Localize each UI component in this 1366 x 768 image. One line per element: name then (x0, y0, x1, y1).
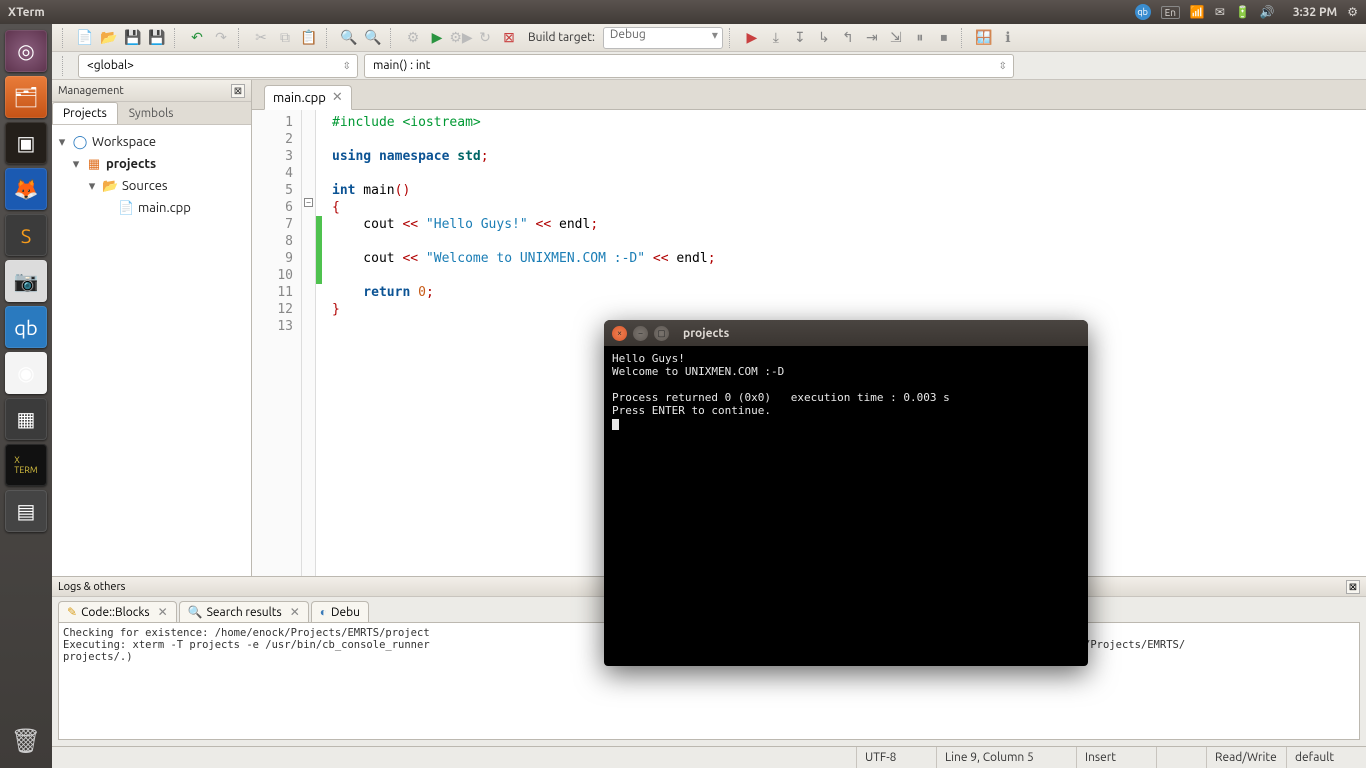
management-header: Management ⊠ (52, 80, 251, 102)
tree-sources-folder[interactable]: ▾📂Sources (56, 175, 247, 197)
build-target-select[interactable]: Debug (603, 27, 723, 49)
terminal-cursor (612, 419, 619, 430)
status-encoding[interactable]: UTF-8 (856, 747, 936, 768)
editor-tab-main[interactable]: main.cpp ✕ (264, 85, 352, 110)
cut-icon[interactable]: ✂ (250, 27, 272, 49)
keyboard-layout-indicator[interactable]: En (1161, 6, 1180, 19)
close-tab-icon[interactable]: ✕ (332, 90, 343, 105)
chrome-icon[interactable]: ◉ (5, 352, 47, 394)
app-icon[interactable]: ▤ (5, 490, 47, 532)
wifi-icon[interactable]: 📶 (1190, 5, 1205, 19)
break-icon[interactable]: ⏸ (909, 27, 931, 49)
info-windows-icon[interactable]: ℹ (997, 27, 1019, 49)
terminal-title: projects (683, 327, 729, 340)
fold-icon[interactable]: − (304, 198, 313, 207)
main-toolbar: 📄 📂 💾 💾 ↶ ↷ ✂ ⧉ 📋 🔍 🔍 ⚙ ▶ ⚙▶ ↻ ⊠ Build t… (52, 24, 1366, 52)
qb-indicator-icon[interactable]: qb (1135, 4, 1151, 20)
tree-project[interactable]: ▾▦projects (56, 153, 247, 175)
build-run-icon[interactable]: ⚙▶ (450, 27, 472, 49)
open-icon[interactable]: 📂 (98, 27, 120, 49)
battery-icon[interactable]: 🔋 (1235, 5, 1250, 19)
next-line-icon[interactable]: ↧ (789, 27, 811, 49)
build-target-label: Build target: (528, 31, 595, 44)
new-file-icon[interactable]: 📄 (74, 27, 96, 49)
run-icon[interactable]: ▶ (426, 27, 448, 49)
build-icon[interactable]: ⚙ (402, 27, 424, 49)
status-position: Line 9, Column 5 (936, 747, 1076, 768)
window-title: XTerm (8, 6, 45, 19)
management-panel: Management ⊠ Projects Symbols ▾◯Workspac… (52, 80, 252, 576)
window-maximize-icon[interactable]: ▢ (654, 326, 669, 341)
tab-projects[interactable]: Projects (52, 102, 118, 124)
scope-toolbar: <global> main() : int (52, 52, 1366, 80)
find-icon[interactable]: 🔍 (338, 27, 360, 49)
stop-icon[interactable]: ⏹ (933, 27, 955, 49)
trash-icon[interactable]: 🗑 (5, 720, 47, 762)
terminal-titlebar[interactable]: × − ▢ projects (604, 320, 1088, 346)
step-into-icon[interactable]: ↳ (813, 27, 835, 49)
undo-icon[interactable]: ↶ (186, 27, 208, 49)
tree-workspace[interactable]: ▾◯Workspace (56, 131, 247, 153)
abort-icon[interactable]: ⊠ (498, 27, 520, 49)
ubuntu-top-panel: XTerm qb En 📶 ✉ 🔋 🔊 3:32 PM (0, 0, 1366, 24)
log-tab-codeblocks[interactable]: ✎Code::Blocks✕ (58, 601, 177, 622)
save-icon[interactable]: 💾 (122, 27, 144, 49)
codeblocks-icon[interactable]: ▦ (5, 398, 47, 440)
save-all-icon[interactable]: 💾 (146, 27, 168, 49)
volume-icon[interactable]: 🔊 (1260, 5, 1275, 19)
gear-icon[interactable] (1347, 5, 1358, 19)
redo-icon[interactable]: ↷ (210, 27, 232, 49)
close-icon[interactable]: ✕ (290, 605, 300, 619)
debug-windows-icon[interactable]: 🪟 (973, 27, 995, 49)
terminal-output[interactable]: Hello Guys! Welcome to UNIXMEN.COM :-D P… (604, 346, 1088, 436)
debug-start-icon[interactable]: ▶ (741, 27, 763, 49)
paste-icon[interactable]: 📋 (298, 27, 320, 49)
sublime-icon[interactable]: S (5, 214, 47, 256)
qbittorrent-icon[interactable]: qb (5, 306, 47, 348)
tab-symbols[interactable]: Symbols (118, 102, 185, 124)
status-eol[interactable]: default (1286, 747, 1366, 768)
tree-file-main[interactable]: 📄main.cpp (56, 197, 247, 219)
project-tree: ▾◯Workspace ▾▦projects ▾📂Sources 📄main.c… (52, 125, 251, 576)
replace-icon[interactable]: 🔍 (362, 27, 384, 49)
management-close-icon[interactable]: ⊠ (231, 84, 245, 98)
window-minimize-icon[interactable]: − (633, 326, 648, 341)
statusbar: UTF-8 Line 9, Column 5 Insert Read/Write… (52, 746, 1366, 768)
terminal-icon[interactable]: ▣ (5, 122, 47, 164)
status-readwrite: Read/Write (1206, 747, 1286, 768)
close-icon[interactable]: ✕ (158, 605, 168, 619)
xterm-window[interactable]: × − ▢ projects Hello Guys! Welcome to UN… (604, 320, 1088, 666)
clock[interactable]: 3:32 PM (1293, 6, 1337, 19)
firefox-icon[interactable]: 🦊 (5, 168, 47, 210)
logs-title: Logs & others (58, 581, 125, 593)
fold-column: − (302, 110, 316, 576)
copy-icon[interactable]: ⧉ (274, 27, 296, 49)
mail-icon[interactable]: ✉ (1215, 5, 1225, 19)
scope-function-select[interactable]: main() : int (364, 54, 1014, 78)
scope-global-select[interactable]: <global> (78, 54, 358, 78)
next-instr-icon[interactable]: ⇥ (861, 27, 883, 49)
log-tab-debugger[interactable]: ◐Debu (311, 601, 369, 622)
unity-launcher: ◎ 🗂 ▣ 🦊 S 📷 qb ◉ ▦ XTERM ▤ 🗑 (0, 24, 52, 768)
ubuntu-dash-icon[interactable]: ◎ (5, 30, 47, 72)
status-insert[interactable]: Insert (1076, 747, 1156, 768)
rebuild-icon[interactable]: ↻ (474, 27, 496, 49)
log-tab-search[interactable]: 🔍Search results✕ (179, 601, 309, 622)
step-into-instr-icon[interactable]: ⇲ (885, 27, 907, 49)
change-column (316, 110, 322, 576)
logs-close-icon[interactable]: ⊠ (1346, 580, 1360, 594)
run-to-cursor-icon[interactable]: ⤓ (765, 27, 787, 49)
xterm-icon[interactable]: XTERM (5, 444, 47, 486)
window-close-icon[interactable]: × (612, 326, 627, 341)
screenshot-icon[interactable]: 📷 (5, 260, 47, 302)
step-out-icon[interactable]: ↰ (837, 27, 859, 49)
line-gutter: 12345678910111213 (252, 110, 302, 576)
files-icon[interactable]: 🗂 (5, 76, 47, 118)
